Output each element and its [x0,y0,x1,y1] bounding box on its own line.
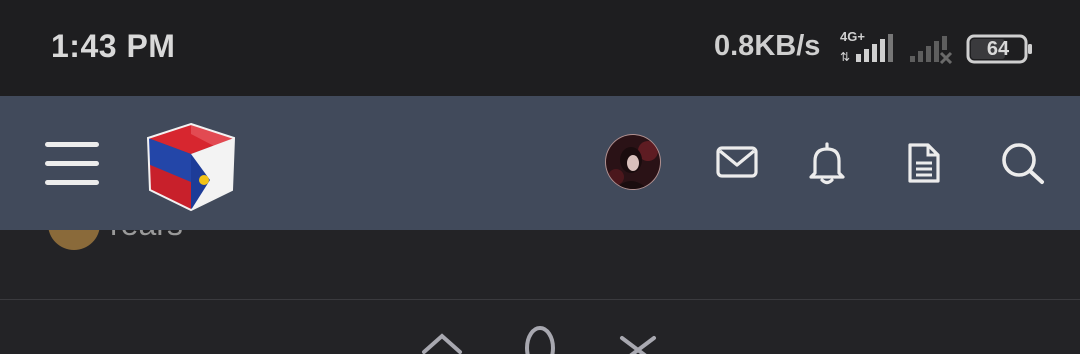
app-logo-overlay[interactable] [144,120,238,212]
menu-icon-overlay[interactable] [44,140,100,188]
chevron-up-icon[interactable] [420,322,464,354]
user-avatar-overlay[interactable] [604,133,662,191]
status-time: 1:43 PM [51,28,176,64]
close-icon[interactable] [616,322,660,354]
network-type-label: 4G+ [840,29,865,44]
bell-icon-overlay[interactable] [808,141,846,185]
no-signal-icon [910,36,953,64]
search-icon-overlay[interactable] [1000,141,1046,185]
network-speed: 0.8KB/s [714,30,821,62]
signal-strength-icon: 4G+ ⇅ [840,29,893,64]
status-bar: 1:43 PM 0.8KB/s 4G+ ⇅ 64 [0,0,1080,96]
content-divider [0,299,1080,300]
zero-glyph [525,326,555,354]
battery-level: 64 [986,38,1010,60]
document-icon-overlay[interactable] [906,141,942,185]
svg-text:⇅: ⇅ [840,50,850,64]
mail-icon-overlay[interactable] [716,146,758,178]
